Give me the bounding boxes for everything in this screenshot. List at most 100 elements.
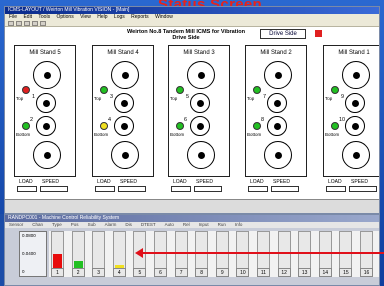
mill-stand-2[interactable]: Mill Stand 2 Top 7 Bottom 8 bbox=[245, 45, 307, 177]
work-roll-top bbox=[190, 93, 210, 113]
load-speed-row: LOAD SPEED bbox=[323, 179, 379, 193]
bottom-menu-item[interactable]: Sensor bbox=[9, 222, 23, 227]
speed-label: SPEED bbox=[42, 179, 59, 185]
backup-roll-top bbox=[342, 61, 370, 89]
stand-name: Mill Stand 4 bbox=[107, 50, 139, 56]
speed-field bbox=[271, 186, 299, 192]
backup-roll-top bbox=[33, 61, 61, 89]
mill-header: Weirton No.8 Tandem Mill ICMS for Vibrat… bbox=[5, 28, 379, 46]
menu-logs[interactable]: Logs bbox=[114, 14, 125, 20]
bottom-menu-item[interactable]: Dis bbox=[125, 222, 132, 227]
top-label: Top bbox=[170, 96, 178, 101]
load-label: LOAD bbox=[173, 179, 187, 185]
bottom-label: Bottom bbox=[247, 132, 262, 137]
speed-label: SPEED bbox=[196, 179, 213, 185]
speed-field bbox=[40, 186, 68, 192]
bottom-sensor-indicator[interactable] bbox=[22, 122, 30, 130]
backup-roll-bottom bbox=[264, 141, 292, 169]
menu-options[interactable]: Options bbox=[56, 14, 73, 20]
top-label: Top bbox=[247, 96, 255, 101]
bottom-menu-item[interactable]: Pos bbox=[71, 222, 79, 227]
channel-number[interactable]: 10 bbox=[236, 268, 250, 277]
top-sensor-indicator[interactable] bbox=[176, 86, 184, 94]
toolbar-button[interactable] bbox=[40, 20, 46, 26]
bottom-sensor-indicator[interactable] bbox=[100, 122, 108, 130]
load-speed-row: LOAD SPEED bbox=[245, 179, 307, 193]
channel-number[interactable]: 8 bbox=[195, 268, 209, 277]
status-strip bbox=[5, 199, 379, 213]
page-title: Weirton No.8 Tandem Mill ICMS for Vibrat… bbox=[101, 29, 271, 41]
top-label: Top bbox=[16, 96, 24, 101]
drive-side-button[interactable]: Drive Side bbox=[260, 29, 306, 39]
work-roll-bottom bbox=[114, 116, 134, 136]
backup-roll-top bbox=[187, 61, 215, 89]
top-sensor-indicator[interactable] bbox=[22, 86, 30, 94]
menu-help[interactable]: Help bbox=[97, 14, 107, 20]
load-label: LOAD bbox=[250, 179, 264, 185]
channel-number[interactable]: 12 bbox=[277, 268, 291, 277]
toolbar-button[interactable] bbox=[8, 20, 14, 26]
bottom-menu-item[interactable]: DTEST bbox=[141, 222, 156, 227]
top-sensor-indicator[interactable] bbox=[253, 86, 261, 94]
channel-number[interactable]: 2 bbox=[71, 268, 85, 277]
load-field bbox=[326, 186, 346, 192]
channel-number[interactable]: 11 bbox=[257, 268, 270, 277]
work-roll-top bbox=[36, 93, 56, 113]
bottom-label: Bottom bbox=[325, 132, 340, 137]
channel-number[interactable]: 5 bbox=[133, 268, 147, 277]
bottom-menu-item[interactable]: Type bbox=[52, 222, 62, 227]
channel-number[interactable]: 9 bbox=[215, 268, 229, 277]
bottom-menu-item[interactable]: Alarm bbox=[105, 222, 117, 227]
top-sensor-indicator[interactable] bbox=[331, 86, 339, 94]
stand-name: Mill Stand 2 bbox=[260, 50, 292, 56]
channel-number[interactable]: 1 bbox=[51, 268, 64, 277]
channel-number[interactable]: 7 bbox=[174, 268, 188, 277]
channel-number[interactable]: 13 bbox=[298, 268, 312, 277]
channel-number[interactable]: 15 bbox=[339, 268, 353, 277]
bottom-sensor-indicator[interactable] bbox=[253, 122, 261, 130]
menu-file[interactable]: File bbox=[9, 14, 17, 20]
mill-stand-4[interactable]: Mill Stand 4 Top 3 Bottom 4 bbox=[92, 45, 154, 177]
speed-field bbox=[118, 186, 146, 192]
channel-number[interactable]: 16 bbox=[360, 268, 373, 277]
channel-number[interactable]: 3 bbox=[92, 268, 106, 277]
channel-number[interactable]: 14 bbox=[318, 268, 332, 277]
menu-reports[interactable]: Reports bbox=[131, 14, 149, 20]
bottom-window-title: RANDPC001 - Machine Control Reliability … bbox=[5, 215, 379, 222]
load-field bbox=[248, 186, 268, 192]
load-field bbox=[95, 186, 115, 192]
toolbar-button[interactable] bbox=[32, 20, 38, 26]
top-sensor-indicator[interactable] bbox=[100, 86, 108, 94]
bottom-menu-item[interactable]: Run bbox=[218, 222, 226, 227]
menu-view[interactable]: View bbox=[80, 14, 91, 20]
bottom-menu-item[interactable]: Info bbox=[235, 222, 243, 227]
backup-roll-bottom bbox=[111, 141, 139, 169]
top-sensor-number: 3 bbox=[110, 94, 114, 100]
bottom-menu-item[interactable]: Sub bbox=[88, 222, 96, 227]
bottom-sensor-number: 4 bbox=[108, 117, 112, 123]
stand-name: Mill Stand 1 bbox=[338, 50, 370, 56]
menu-window[interactable]: Window bbox=[155, 14, 173, 20]
bottom-sensor-indicator[interactable] bbox=[176, 122, 184, 130]
bottom-menu-item[interactable]: Input bbox=[199, 222, 209, 227]
menu-edit[interactable]: Edit bbox=[23, 14, 32, 20]
speed-label: SPEED bbox=[120, 179, 137, 185]
work-roll-top bbox=[114, 93, 134, 113]
load-field bbox=[17, 186, 37, 192]
mill-stand-3[interactable]: Mill Stand 3 Top 5 Bottom 6 bbox=[168, 45, 230, 177]
bottom-menu-item[interactable]: Rel bbox=[183, 222, 190, 227]
channel-number[interactable]: 6 bbox=[154, 268, 167, 277]
toolbar-button[interactable] bbox=[16, 20, 22, 26]
mill-stand-1[interactable]: Mill Stand 1 Top 9 Bottom 10 bbox=[323, 45, 379, 177]
menu-tools[interactable]: Tools bbox=[38, 14, 50, 20]
mill-stand-5[interactable]: Mill Stand 5 Top 1 Bottom 2 bbox=[14, 45, 76, 177]
bottom-sensor-number: 10 bbox=[339, 117, 346, 123]
backup-roll-top bbox=[111, 61, 139, 89]
bottom-menu-item[interactable]: Auto bbox=[165, 222, 174, 227]
backup-roll-bottom bbox=[187, 141, 215, 169]
channel-number[interactable]: 4 bbox=[112, 268, 126, 277]
bottom-menu-item[interactable]: Chan bbox=[32, 222, 43, 227]
bottom-sensor-indicator[interactable] bbox=[331, 122, 339, 130]
load-speed-row: LOAD SPEED bbox=[168, 179, 230, 193]
toolbar-button[interactable] bbox=[24, 20, 30, 26]
